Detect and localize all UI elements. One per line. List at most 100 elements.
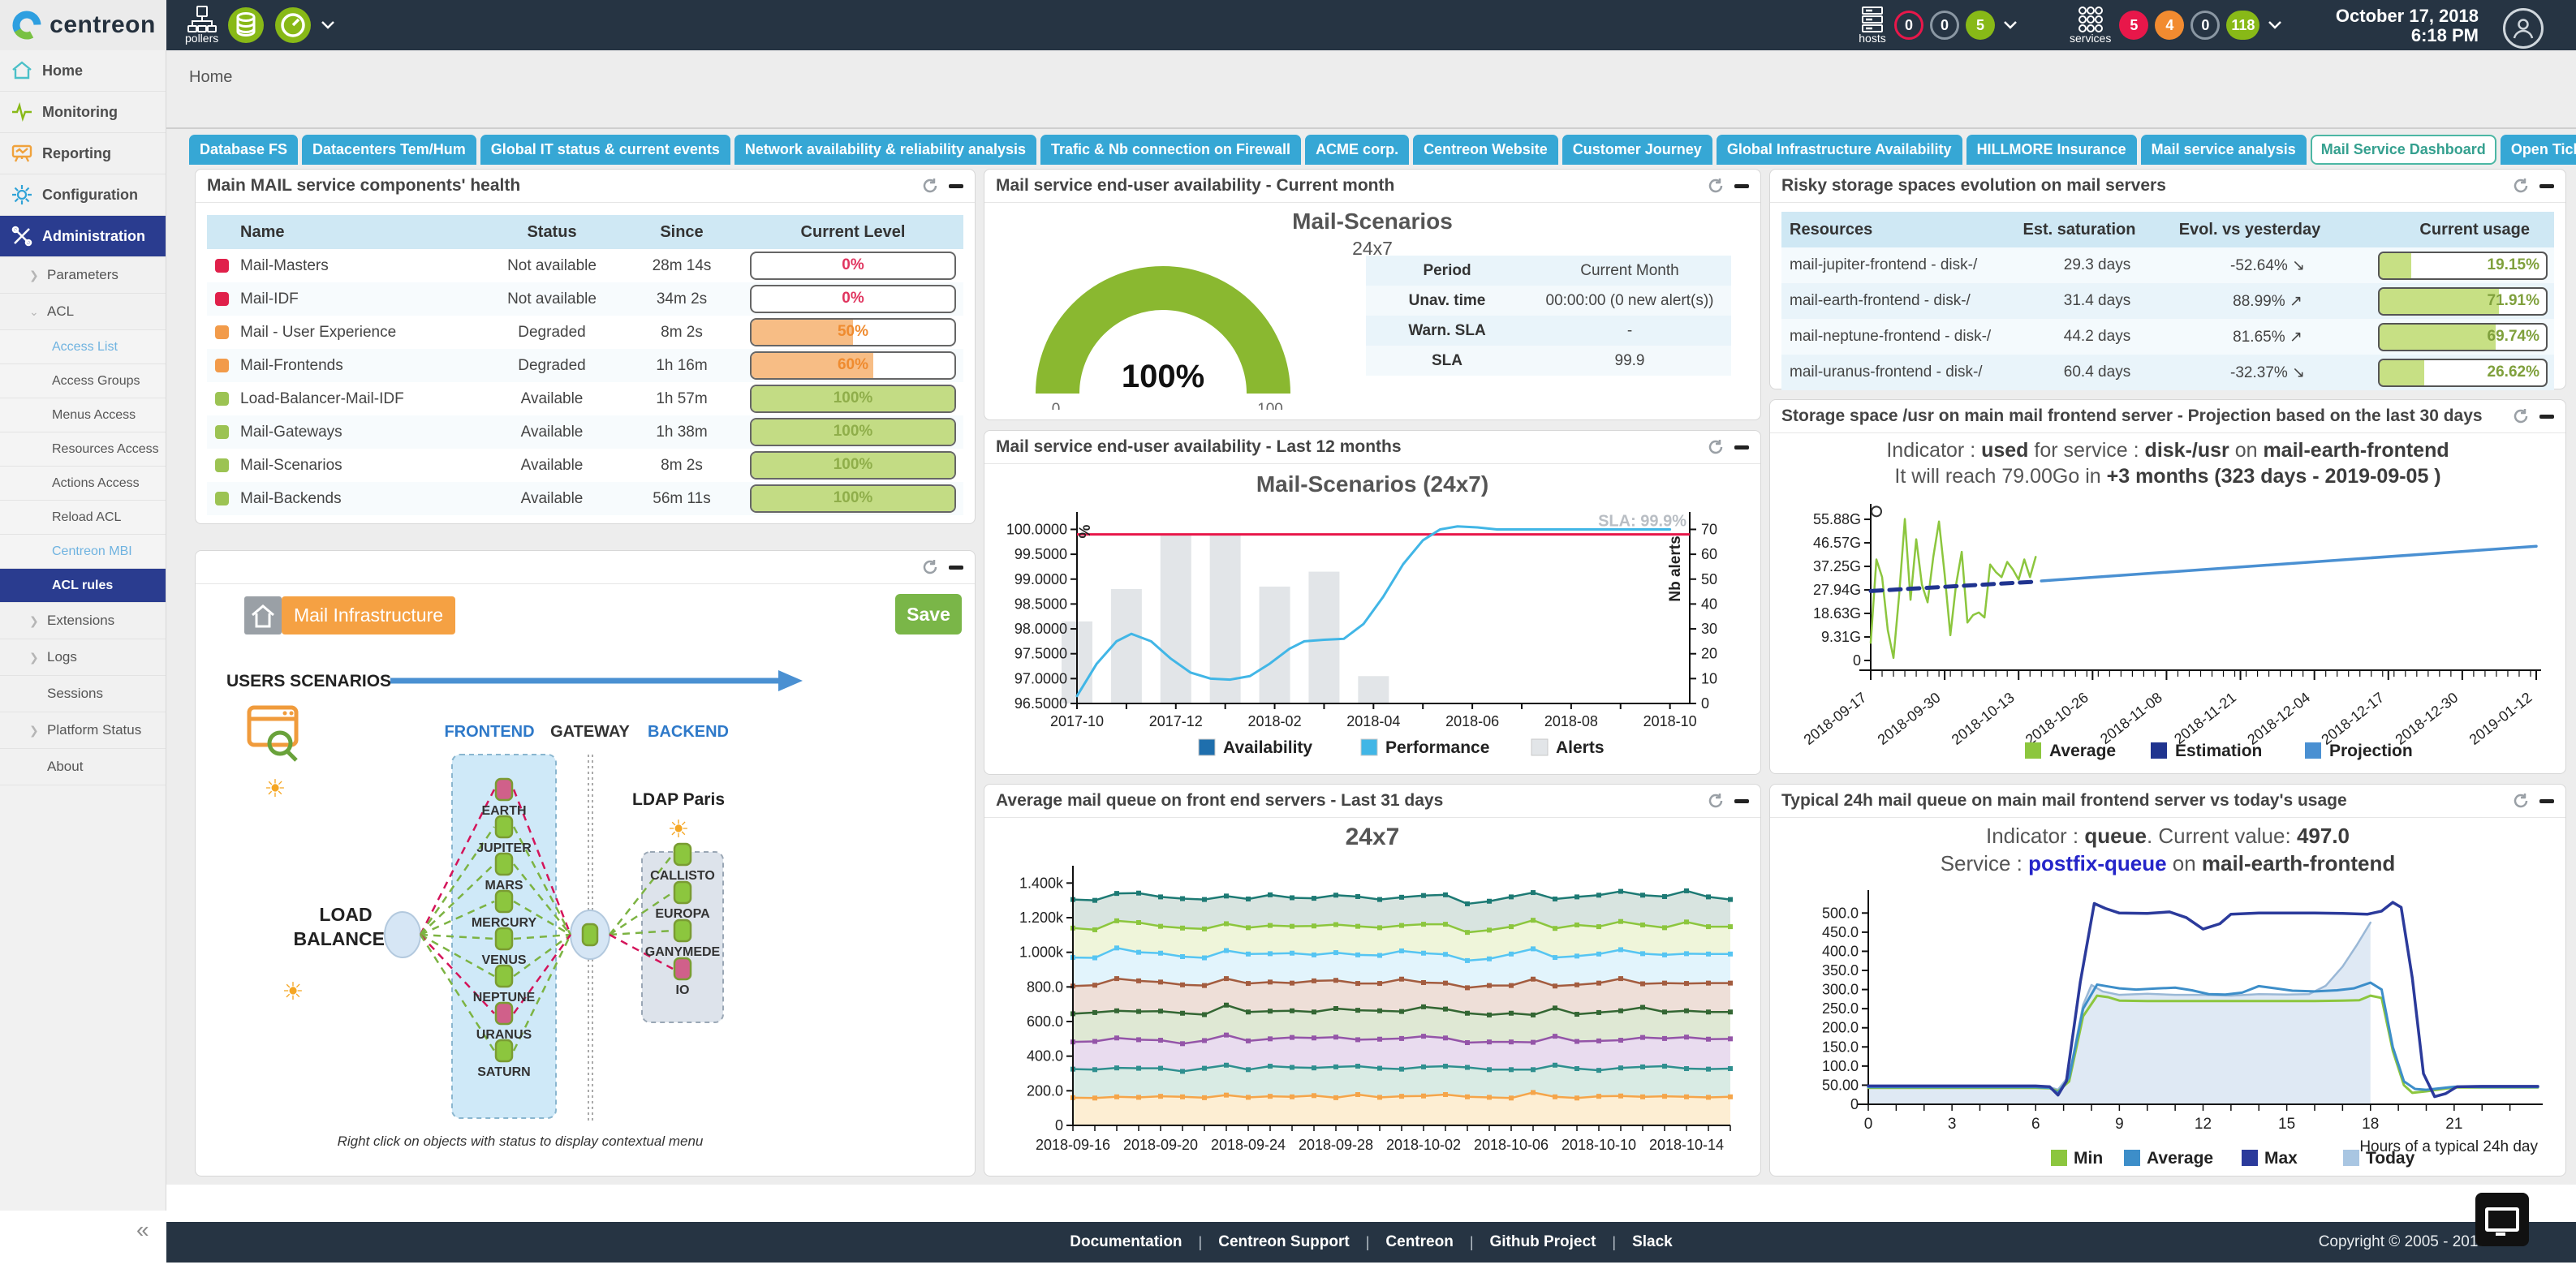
legend-swatch[interactable]	[2305, 742, 2321, 759]
tab-open-tickets[interactable]: Open Tickets	[2501, 135, 2576, 165]
minimize-icon[interactable]	[2539, 184, 2554, 188]
node-saturn[interactable]	[496, 1040, 512, 1061]
sidebar-item-parameters[interactable]: ❯Parameters	[0, 257, 166, 294]
minimize-icon[interactable]	[2539, 415, 2554, 419]
pollers-icon[interactable]: pollers	[185, 6, 218, 45]
services-status-badge[interactable]: 5	[2119, 11, 2148, 40]
tab-datacenters-tem-hum[interactable]: Datacenters Tem/Hum	[302, 135, 476, 165]
hosts-icon[interactable]: hosts	[1859, 6, 1886, 45]
gateway-status-icon[interactable]	[583, 924, 597, 945]
refresh-icon[interactable]	[2512, 177, 2530, 195]
user-avatar-icon[interactable]	[2503, 8, 2544, 49]
footer-link-centreon[interactable]: Centreon	[1385, 1233, 1453, 1251]
services-icon[interactable]: services	[2070, 6, 2111, 45]
node-jupiter[interactable]	[496, 816, 512, 837]
refresh-icon[interactable]	[921, 558, 939, 576]
refresh-icon[interactable]	[1707, 792, 1725, 810]
node-venus[interactable]	[496, 928, 512, 949]
tab-network-availability-reliability-analysis[interactable]: Network availability & reliability analy…	[734, 135, 1036, 165]
legend-swatch[interactable]	[1361, 739, 1377, 755]
tab-centreon-website[interactable]: Centreon Website	[1413, 135, 1558, 165]
table-row[interactable]: Mail-BackendsAvailable56m 11s100%	[207, 482, 963, 515]
table-row[interactable]: Mail-MastersNot available28m 14s0%	[207, 249, 963, 282]
table-row[interactable]: Mail-GatewaysAvailable1h 38m100%	[207, 415, 963, 449]
pollers-chevron-down-icon[interactable]	[321, 20, 335, 30]
sidebar-item-access-list[interactable]: Access List	[0, 330, 166, 364]
sidebar-item-centreon-mbi[interactable]: Centreon MBI	[0, 535, 166, 569]
sidebar-item-reporting[interactable]: Reporting	[0, 133, 166, 174]
refresh-icon[interactable]	[1707, 438, 1725, 456]
load-balancer-node[interactable]	[385, 912, 420, 957]
refresh-icon[interactable]	[921, 177, 939, 195]
tab-customer-journey[interactable]: Customer Journey	[1562, 135, 1712, 165]
footer-link-slack[interactable]: Slack	[1632, 1233, 1673, 1251]
hosts-status-badge[interactable]: 0	[1930, 11, 1959, 40]
minimize-icon[interactable]	[1734, 799, 1749, 803]
node-mars[interactable]	[496, 854, 512, 875]
node-callisto[interactable]	[674, 844, 691, 865]
breadcrumb[interactable]: Home	[189, 68, 232, 87]
node-uranus[interactable]	[496, 1003, 512, 1024]
hosts-chevron-down-icon[interactable]	[2003, 20, 2018, 30]
sidebar-item-administration[interactable]: Administration	[0, 216, 166, 257]
services-status-badge[interactable]: 0	[2190, 11, 2220, 40]
sidebar-item-platform-status[interactable]: ❯Platform Status	[0, 712, 166, 749]
node-europa[interactable]	[674, 882, 691, 903]
sidebar-item-about[interactable]: About	[0, 749, 166, 785]
services-status-badge[interactable]: 118	[2226, 11, 2259, 40]
sidebar-item-logs[interactable]: ❯Logs	[0, 639, 166, 676]
sidebar-item-resources-access[interactable]: Resources Access	[0, 432, 166, 467]
legend-swatch[interactable]	[1199, 739, 1215, 755]
table-row[interactable]: Mail-FrontendsDegraded1h 16m60%	[207, 349, 963, 382]
poller-latency-icon[interactable]	[274, 6, 312, 45]
sidebar-item-extensions[interactable]: ❯Extensions	[0, 603, 166, 639]
legend-swatch[interactable]	[2051, 1150, 2067, 1166]
legend-swatch[interactable]	[2343, 1150, 2359, 1166]
tab-global-it-status-current-events[interactable]: Global IT status & current events	[480, 135, 730, 165]
services-status-badge[interactable]: 4	[2155, 11, 2184, 40]
sidebar-item-menus-access[interactable]: Menus Access	[0, 398, 166, 432]
table-row[interactable]: mail-earth-frontend - disk-/31.4 days88.…	[1781, 283, 2554, 319]
sidebar-item-monitoring[interactable]: Monitoring	[0, 92, 166, 133]
tab-acme-corp-[interactable]: ACME corp.	[1305, 135, 1409, 165]
table-row[interactable]: mail-uranus-frontend - disk-/60.4 days-3…	[1781, 355, 2554, 390]
legend-swatch[interactable]	[2242, 1150, 2258, 1166]
node-earth[interactable]	[496, 779, 512, 800]
tab-mail-service-dashboard[interactable]: Mail Service Dashboard	[2311, 135, 2496, 165]
footer-link-github-project[interactable]: Github Project	[1490, 1233, 1596, 1251]
table-row[interactable]: Mail-IDFNot available34m 2s0%	[207, 282, 963, 316]
sidebar-collapse-icon[interactable]: «	[136, 1217, 149, 1243]
footer-link-centreon-support[interactable]: Centreon Support	[1218, 1233, 1350, 1251]
ribbon-home-icon[interactable]	[244, 596, 282, 634]
fullscreen-button[interactable]	[2475, 1193, 2529, 1246]
minimize-icon[interactable]	[1734, 184, 1749, 188]
node-neptune[interactable]	[496, 966, 512, 987]
sidebar-item-access-groups[interactable]: Access Groups	[0, 364, 166, 398]
sidebar-item-sessions[interactable]: Sessions	[0, 676, 166, 712]
centreon-logo[interactable]: centreon	[0, 0, 166, 50]
footer-link-documentation[interactable]: Documentation	[1070, 1233, 1182, 1251]
sidebar-item-home[interactable]: Home	[0, 50, 166, 92]
node-io[interactable]	[674, 958, 691, 979]
sidebar-item-acl-rules[interactable]: ACL rules	[0, 569, 166, 603]
tab-mail-service-analysis[interactable]: Mail service analysis	[2141, 135, 2307, 165]
hosts-status-badge[interactable]: 0	[1894, 11, 1923, 40]
table-row[interactable]: Mail - User ExperienceDegraded8m 2s50%	[207, 316, 963, 349]
tab-global-infrastructure-availability[interactable]: Global Infrastructure Availability	[1717, 135, 1962, 165]
refresh-icon[interactable]	[2512, 792, 2530, 810]
tab-trafic-nb-connection-on-firewall[interactable]: Trafic & Nb connection on Firewall	[1040, 135, 1301, 165]
legend-swatch[interactable]	[2151, 742, 2167, 759]
hosts-status-badge[interactable]: 5	[1966, 11, 1995, 40]
database-status-icon[interactable]	[226, 6, 265, 45]
node-ganymede[interactable]	[674, 920, 691, 941]
tab-hillmore-insurance[interactable]: HILLMORE Insurance	[1966, 135, 2137, 165]
minimize-icon[interactable]	[949, 566, 963, 570]
node-mercury[interactable]	[496, 891, 512, 912]
legend-swatch[interactable]	[2124, 1150, 2140, 1166]
legend-swatch[interactable]	[1531, 739, 1548, 755]
legend-swatch[interactable]	[2025, 742, 2041, 759]
refresh-icon[interactable]	[2512, 407, 2530, 425]
table-row[interactable]: Mail-ScenariosAvailable8m 2s100%	[207, 449, 963, 482]
save-button[interactable]: Save	[895, 594, 962, 634]
minimize-icon[interactable]	[1734, 445, 1749, 450]
